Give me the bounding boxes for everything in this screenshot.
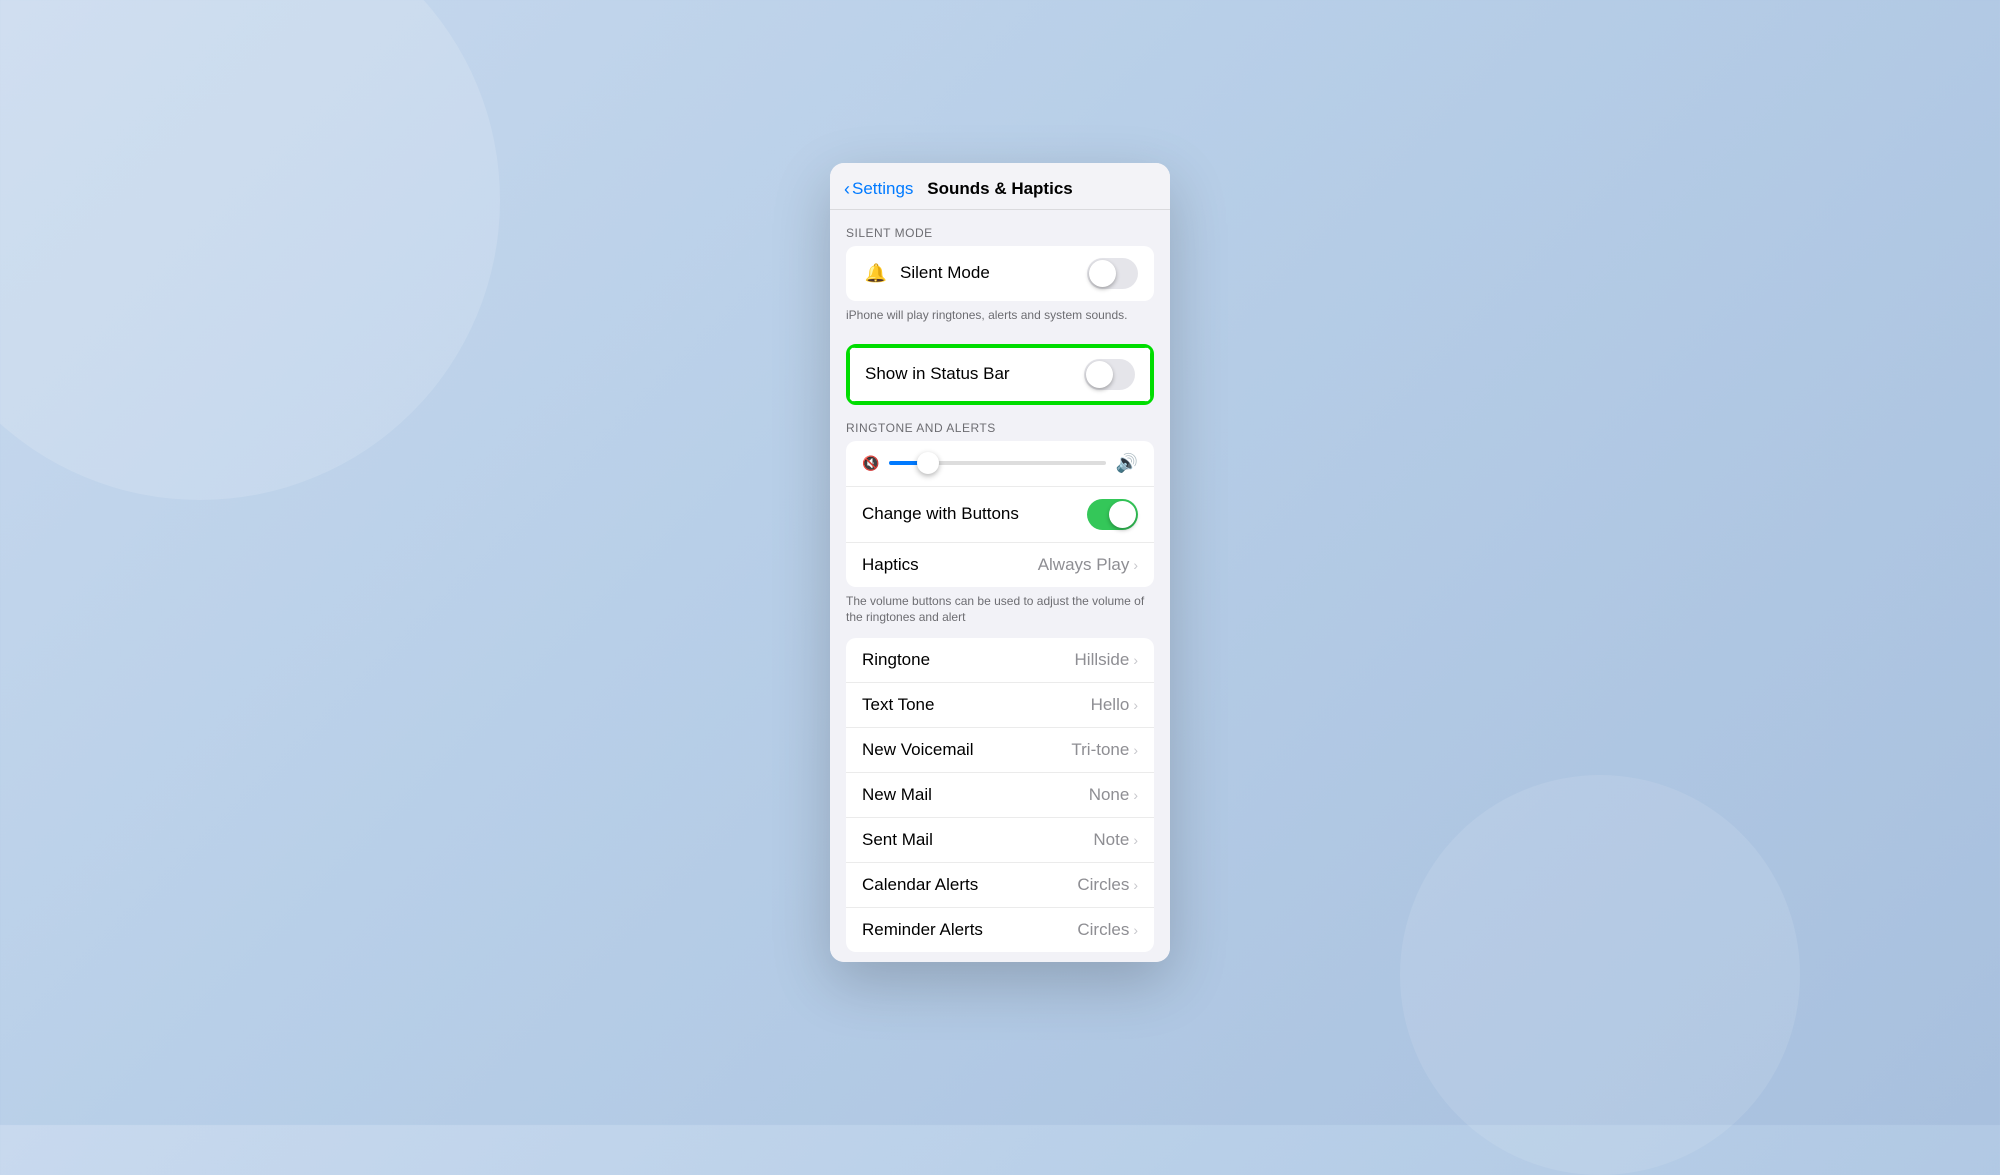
ringtone-note: The volume buttons can be used to adjust… [830, 587, 1170, 639]
new-mail-value-text: None [1089, 785, 1130, 805]
text-tone-chevron-icon: › [1133, 697, 1138, 713]
sound-options-group: Ringtone Hillside › Text Tone Hello › Ne… [846, 638, 1154, 952]
new-mail-value: None › [1089, 785, 1138, 805]
haptics-chevron-icon: › [1133, 557, 1138, 573]
silent-mode-group: 🔔 Silent Mode [846, 246, 1154, 301]
new-voicemail-row[interactable]: New Voicemail Tri-tone › [846, 728, 1154, 773]
silent-mode-section-label: SILENT MODE [830, 210, 1170, 246]
navigation-bar: ‹ Settings Sounds & Haptics [830, 163, 1170, 210]
calendar-alerts-label: Calendar Alerts [862, 875, 978, 895]
change-with-buttons-label: Change with Buttons [862, 504, 1019, 524]
reminder-alerts-value-text: Circles [1077, 920, 1129, 940]
sent-mail-value-text: Note [1093, 830, 1129, 850]
reminder-alerts-row[interactable]: Reminder Alerts Circles › [846, 908, 1154, 952]
show-status-bar-section: Show in Status Bar [846, 344, 1154, 405]
volume-low-icon: 🔇 [862, 455, 879, 472]
show-status-bar-label: Show in Status Bar [865, 364, 1010, 384]
change-with-buttons-knob [1109, 501, 1136, 528]
text-tone-value-text: Hello [1091, 695, 1130, 715]
calendar-alerts-row[interactable]: Calendar Alerts Circles › [846, 863, 1154, 908]
new-voicemail-chevron-icon: › [1133, 742, 1138, 758]
sent-mail-chevron-icon: › [1133, 832, 1138, 848]
show-status-bar-toggle[interactable] [1084, 359, 1135, 390]
haptics-value-text: Always Play [1038, 555, 1130, 575]
settings-content: SILENT MODE 🔔 Silent Mode iPhone will pl… [830, 210, 1170, 962]
haptics-row[interactable]: Haptics Always Play › [846, 543, 1154, 587]
show-status-bar-toggle-knob [1086, 361, 1113, 388]
phone-panel: ‹ Settings Sounds & Haptics SILENT MODE … [830, 163, 1170, 962]
new-mail-label: New Mail [862, 785, 932, 805]
bell-icon: 🔔 [862, 259, 890, 287]
ringtone-value: Hillside › [1075, 650, 1138, 670]
ringtone-alerts-group: 🔇 🔊 Change with Buttons Haptics Always P… [846, 441, 1154, 587]
calendar-alerts-value: Circles › [1077, 875, 1138, 895]
text-tone-label: Text Tone [862, 695, 934, 715]
text-tone-row[interactable]: Text Tone Hello › [846, 683, 1154, 728]
calendar-alerts-value-text: Circles [1077, 875, 1129, 895]
back-chevron-icon: ‹ [844, 180, 850, 198]
silent-mode-toggle[interactable] [1087, 258, 1138, 289]
back-label: Settings [852, 179, 913, 199]
text-tone-value: Hello › [1091, 695, 1138, 715]
sent-mail-label: Sent Mail [862, 830, 933, 850]
haptics-value: Always Play › [1038, 555, 1138, 575]
ringtone-section-label: RINGTONE AND ALERTS [830, 405, 1170, 441]
page-title: Sounds & Haptics [927, 179, 1072, 199]
sent-mail-value: Note › [1093, 830, 1138, 850]
ringtone-chevron-icon: › [1133, 652, 1138, 668]
volume-slider-thumb[interactable] [917, 452, 939, 474]
ringtone-value-text: Hillside [1075, 650, 1130, 670]
new-voicemail-label: New Voicemail [862, 740, 974, 760]
change-with-buttons-row[interactable]: Change with Buttons [846, 487, 1154, 543]
ringtone-row[interactable]: Ringtone Hillside › [846, 638, 1154, 683]
volume-slider-row[interactable]: 🔇 🔊 [846, 441, 1154, 487]
silent-mode-toggle-knob [1089, 260, 1116, 287]
reminder-alerts-label: Reminder Alerts [862, 920, 983, 940]
change-with-buttons-toggle[interactable] [1087, 499, 1138, 530]
volume-high-icon: 🔊 [1116, 453, 1138, 474]
silent-mode-label: Silent Mode [900, 263, 990, 283]
haptics-label: Haptics [862, 555, 919, 575]
new-voicemail-value-text: Tri-tone [1071, 740, 1129, 760]
reminder-alerts-value: Circles › [1077, 920, 1138, 940]
silent-mode-note: iPhone will play ringtones, alerts and s… [830, 301, 1170, 336]
show-status-bar-row[interactable]: Show in Status Bar [849, 347, 1151, 402]
reminder-alerts-chevron-icon: › [1133, 922, 1138, 938]
silent-mode-row[interactable]: 🔔 Silent Mode [846, 246, 1154, 301]
volume-slider-track[interactable] [889, 461, 1105, 465]
silent-mode-left: 🔔 Silent Mode [862, 259, 990, 287]
calendar-alerts-chevron-icon: › [1133, 877, 1138, 893]
new-voicemail-value: Tri-tone › [1071, 740, 1138, 760]
new-mail-chevron-icon: › [1133, 787, 1138, 803]
sent-mail-row[interactable]: Sent Mail Note › [846, 818, 1154, 863]
ringtone-label: Ringtone [862, 650, 930, 670]
new-mail-row[interactable]: New Mail None › [846, 773, 1154, 818]
back-button[interactable]: ‹ Settings [844, 179, 913, 199]
